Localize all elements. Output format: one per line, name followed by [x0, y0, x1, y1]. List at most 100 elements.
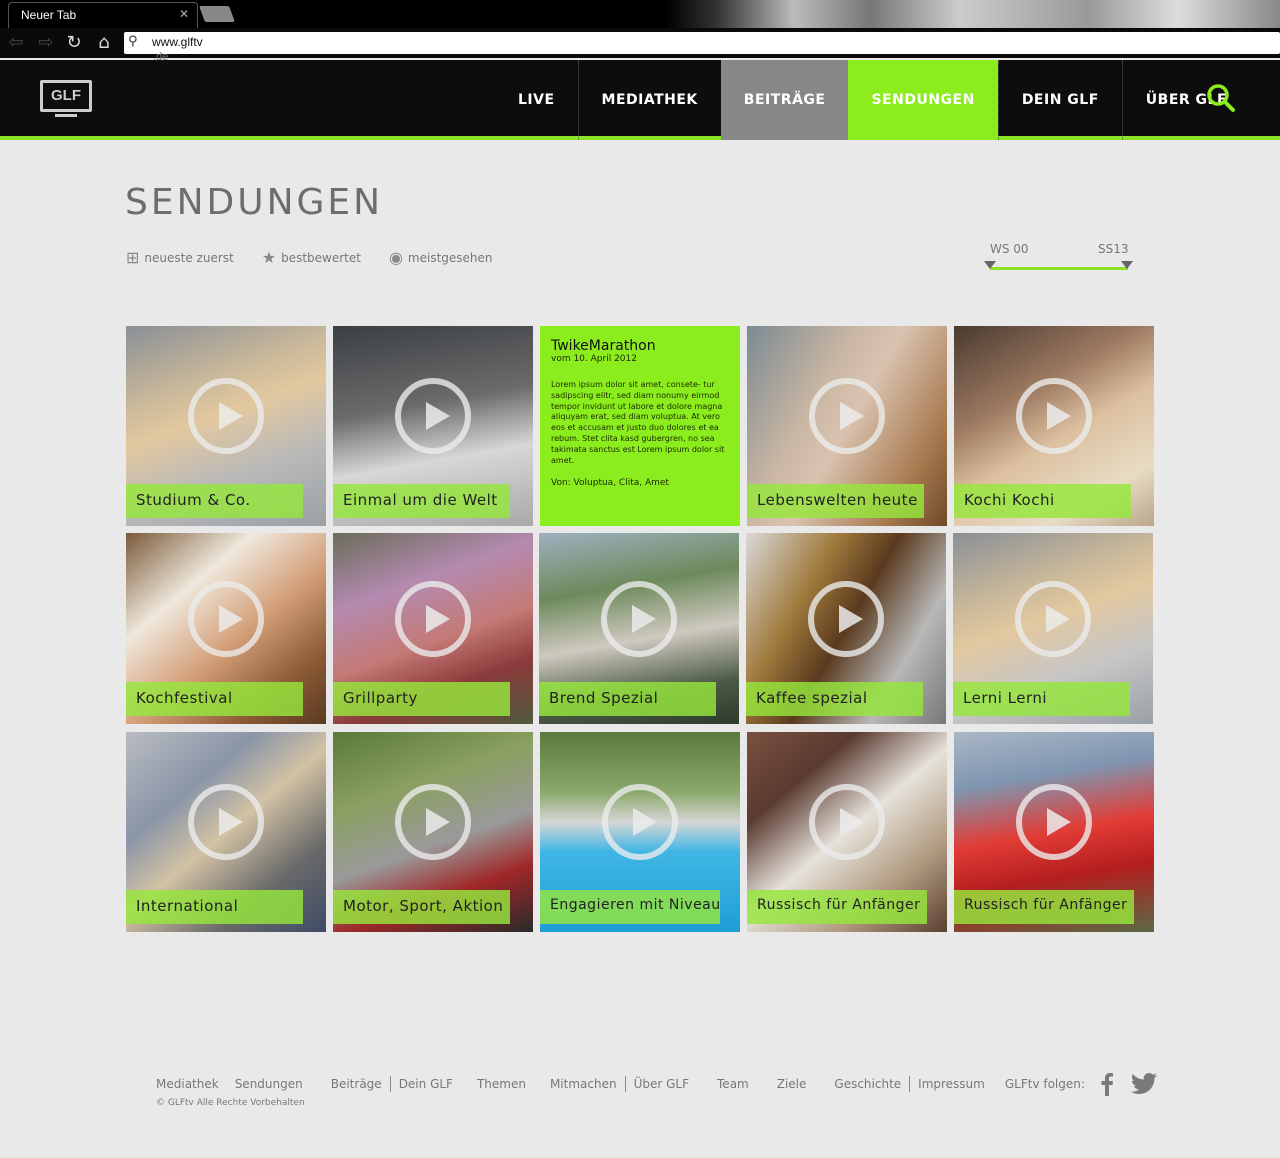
show-tile[interactable]: Motor, Sport, Aktion: [333, 732, 533, 932]
range-start-handle[interactable]: [984, 261, 996, 269]
tab-title: Neuer Tab: [21, 8, 77, 22]
page-title: SENDUNGEN: [125, 182, 384, 223]
sort-most-viewed[interactable]: ◉ meistgesehen: [389, 248, 493, 267]
footer-link[interactable]: Dein GLF: [391, 1077, 469, 1091]
info-description: Lorem ipsum dolor sit amet, consete- tur…: [551, 380, 725, 465]
show-title: Lebenswelten heute: [747, 484, 924, 518]
sort-options: ⊞ neueste zuerst ★ bestbewertet ◉ meistg…: [126, 248, 493, 267]
range-end-handle[interactable]: [1121, 261, 1133, 269]
sort-top-rated[interactable]: ★ bestbewertet: [262, 248, 361, 267]
footer-link[interactable]: Themen: [469, 1077, 542, 1091]
play-icon: [602, 784, 678, 860]
play-icon: [809, 378, 885, 454]
show-title: Grillparty: [333, 682, 510, 716]
footer-link[interactable]: Sendungen: [227, 1077, 323, 1091]
play-icon: [1016, 378, 1092, 454]
new-tab-button[interactable]: [199, 6, 235, 22]
browser-tab-bar: Neuer Tab ✕: [0, 0, 1280, 28]
show-tile[interactable]: Lerni Lerni: [953, 533, 1153, 724]
show-tile[interactable]: Brend Spezial: [539, 533, 739, 724]
play-icon: [809, 784, 885, 860]
nav-mediathek[interactable]: MEDIATHEK: [577, 60, 721, 140]
show-title: Engagieren mit Niveau: [540, 890, 720, 924]
site-header: GLF LIVE MEDIATHEK BEITRÄGE SENDUNGEN DE…: [0, 60, 1280, 140]
back-icon[interactable]: ⇦: [6, 33, 26, 53]
semester-range-slider[interactable]: WS 00 SS13: [984, 242, 1134, 272]
play-icon: [188, 378, 264, 454]
footer-link[interactable]: Über GLF: [626, 1077, 709, 1091]
url-text: www.glftv: [152, 35, 203, 49]
show-tile[interactable]: Kaffee spezial: [746, 533, 946, 724]
show-tile[interactable]: Russisch für Anfänger: [747, 732, 947, 932]
show-tile[interactable]: Kochfestival: [126, 533, 326, 724]
show-title: Einmal um die Welt: [333, 484, 510, 518]
facebook-icon[interactable]: [1101, 1072, 1113, 1096]
show-info-card[interactable]: TwikeMarathon vom 10. April 2012 Lorem i…: [540, 326, 740, 526]
show-tile[interactable]: International: [126, 732, 326, 932]
search-icon: ⚲: [128, 34, 138, 49]
nav-beitraege[interactable]: BEITRÄGE: [720, 60, 849, 140]
info-authors: Von: Voluptua, Clita, Amet: [551, 478, 669, 489]
play-icon: [395, 378, 471, 454]
social-links: [1101, 1072, 1157, 1096]
nav-live[interactable]: LIVE: [495, 60, 578, 140]
footer-link[interactable]: Ziele: [769, 1077, 827, 1091]
play-icon: [808, 580, 884, 657]
range-start-label: WS 00: [990, 242, 1029, 256]
play-icon: [1015, 580, 1091, 657]
nav-sendungen[interactable]: SENDUNGEN: [848, 60, 998, 140]
info-date: vom 10. April 2012: [551, 354, 637, 364]
play-icon: [188, 580, 264, 657]
star-icon: ★: [261, 248, 277, 267]
browser-tab[interactable]: Neuer Tab ✕: [8, 2, 198, 28]
eye-icon: ◉: [388, 248, 403, 267]
play-icon: [601, 580, 677, 657]
footer-link[interactable]: Team: [709, 1077, 769, 1091]
footer-link[interactable]: Geschichte: [826, 1077, 909, 1091]
play-icon: [1016, 784, 1092, 860]
reload-icon[interactable]: ↻: [64, 33, 84, 53]
sort-most-viewed-label: meistgesehen: [407, 250, 493, 265]
close-tab-icon[interactable]: ✕: [179, 7, 189, 21]
home-icon[interactable]: ⌂: [94, 33, 114, 53]
show-title: Motor, Sport, Aktion: [333, 890, 510, 924]
show-tile[interactable]: Engagieren mit Niveau: [540, 732, 740, 932]
show-title: Kaffee spezial: [746, 682, 923, 716]
info-title: TwikeMarathon: [551, 338, 656, 354]
show-title: Lerni Lerni: [953, 682, 1130, 716]
play-icon: [188, 784, 264, 860]
sort-newest[interactable]: ⊞ neueste zuerst: [126, 248, 234, 267]
show-title: Russisch für Anfänger: [954, 890, 1134, 924]
sort-top-rated-label: bestbewertet: [281, 250, 361, 265]
show-title: International: [126, 890, 303, 924]
nav-dein-glf[interactable]: DEIN GLF: [997, 60, 1122, 140]
browser-toolbar: ⇦ ⇨ ↻ ⌂ ⚲ www.glftv: [0, 28, 1280, 58]
follow-label: GLFtv folgen:: [1004, 1077, 1085, 1091]
show-title: Kochfestival: [126, 682, 303, 716]
range-track: [990, 267, 1128, 270]
show-title: Studium & Co.: [126, 484, 303, 518]
range-end-label: SS13: [1098, 242, 1129, 256]
footer-link[interactable]: Impressum: [910, 1077, 1005, 1091]
search-icon[interactable]: [1206, 83, 1236, 113]
address-bar[interactable]: ⚲ www.glftv: [124, 32, 1280, 54]
show-title: Kochi Kochi: [954, 484, 1131, 518]
play-icon: [395, 580, 471, 657]
logo-text: GLF: [40, 80, 92, 112]
footer-link[interactable]: Mediathek: [156, 1077, 227, 1091]
forward-icon[interactable]: ⇨: [36, 33, 56, 53]
show-tile[interactable]: Einmal um die Welt: [333, 326, 533, 526]
show-tile[interactable]: Russisch für Anfänger: [954, 732, 1154, 932]
footer-link[interactable]: Mitmachen: [542, 1077, 625, 1091]
copyright-text: © GLFtv Alle Rechte Vorbehalten: [156, 1098, 305, 1108]
show-tile[interactable]: Kochi Kochi: [954, 326, 1154, 526]
show-title: Russisch für Anfänger: [747, 890, 927, 924]
twitter-icon[interactable]: [1130, 1073, 1157, 1095]
play-icon: [395, 784, 471, 860]
show-tile[interactable]: Grillparty: [333, 533, 533, 724]
site-logo[interactable]: GLF: [40, 80, 92, 120]
footer-link[interactable]: Beiträge: [323, 1077, 390, 1091]
show-title: Brend Spezial: [539, 682, 716, 716]
show-tile[interactable]: Lebenswelten heute: [747, 326, 947, 526]
show-tile[interactable]: Studium & Co.: [126, 326, 326, 526]
